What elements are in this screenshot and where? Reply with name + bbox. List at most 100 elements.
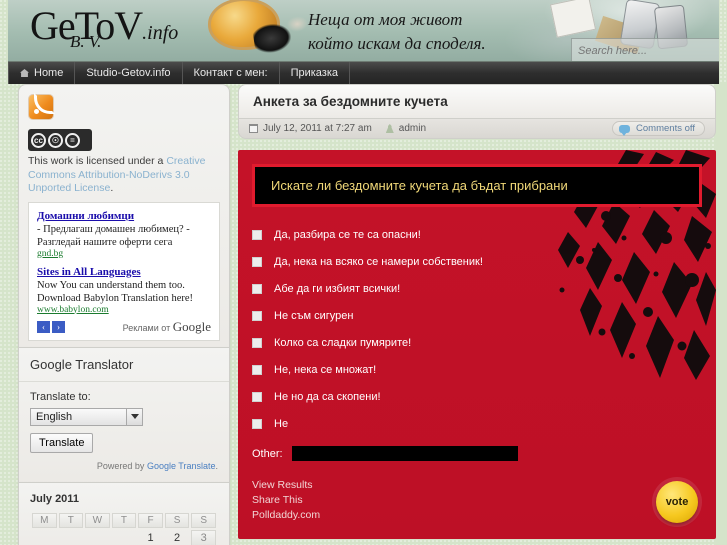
- content-columns: cc ☉ = This work is licensed under a Cre…: [0, 84, 727, 545]
- calendar-cell-today[interactable]: 3: [191, 529, 216, 545]
- ads-attribution-text: Реклами от: [122, 322, 171, 333]
- calendar-cell-empty: [59, 530, 84, 545]
- ad-title-1[interactable]: Домашни любимци: [37, 210, 211, 222]
- google-ads-box: Домашни любимци - Предлагаш домашен люби…: [28, 201, 220, 341]
- sidebar: cc ☉ = This work is licensed under a Cre…: [18, 84, 230, 545]
- poll-checkbox[interactable]: [252, 310, 262, 321]
- ad-url-2[interactable]: www.babylon.com: [37, 305, 211, 315]
- page-title: Анкета за бездомните кучета: [253, 94, 448, 109]
- site-header: GeToV.info B. V. Неща от моя живот който…: [8, 0, 719, 62]
- poll-option-3[interactable]: Абе да ги избият всички!: [252, 275, 702, 302]
- translate-button[interactable]: Translate: [30, 432, 94, 453]
- nav-label: Home: [34, 67, 64, 79]
- polldaddy-link[interactable]: Polldaddy.com: [252, 508, 702, 523]
- photo-collage-image: [251, 12, 315, 61]
- translator-language-select[interactable]: English: [30, 407, 143, 426]
- post-date-text: July 12, 2011 at 7:27 am: [263, 123, 372, 134]
- poll-option-8[interactable]: Не: [252, 410, 702, 437]
- rss-feed-icon[interactable]: [28, 94, 54, 120]
- poll-other-row: Other:: [252, 446, 702, 461]
- powered-prefix: Powered by: [96, 460, 147, 471]
- poll-option-2[interactable]: Да, нека на всяко се намери собственик!: [252, 248, 702, 275]
- poll-option-label: Абе да ги избият всички!: [274, 282, 401, 295]
- calendar-day-header: T: [111, 512, 137, 528]
- post-header: Анкета за бездомните кучета: [238, 84, 716, 119]
- sidebar-widget-translator: Google Translator Translate to: English …: [18, 346, 230, 482]
- ads-next-button[interactable]: ›: [52, 320, 65, 333]
- calendar-cell-day[interactable]: 1: [138, 530, 163, 545]
- poll-other-input[interactable]: [291, 446, 518, 461]
- nav-label: Приказка: [290, 67, 338, 79]
- calendar-cell-empty: [85, 530, 110, 545]
- sidebar-widget-calendar: July 2011 M T W T F S S 1 2 3: [18, 481, 230, 545]
- vote-button[interactable]: vote: [656, 481, 698, 523]
- poll-option-6[interactable]: Не, нека се множат!: [252, 356, 702, 383]
- site-tagline: Неща от моя живот който искам да споделя…: [308, 8, 486, 56]
- calendar-table: M T W T F S S 1 2 3: [30, 511, 218, 545]
- logo-tld-text: .info: [142, 22, 179, 44]
- nav-item-contact[interactable]: Контакт с мен:: [183, 62, 280, 84]
- poll-checkbox[interactable]: [252, 256, 262, 267]
- nav-item-studio-getov[interactable]: Studio-Getov.info: [75, 62, 183, 84]
- powered-suffix: .: [215, 460, 218, 471]
- poll-checkbox[interactable]: [252, 283, 262, 294]
- view-results-link[interactable]: View Results: [252, 478, 702, 493]
- poll-links: View Results Share This Polldaddy.com: [252, 478, 702, 523]
- calendar-day-header: T: [58, 512, 84, 528]
- post-date: July 12, 2011 at 7:27 am: [249, 123, 372, 134]
- poll-option-7[interactable]: Не но да са скопени!: [252, 383, 702, 410]
- poll-checkbox[interactable]: [252, 418, 262, 429]
- paper-note-image: [549, 0, 597, 38]
- poll-option-5[interactable]: Колко са сладки пумярите!: [252, 329, 702, 356]
- comment-bubble-icon: [619, 124, 631, 136]
- search-box[interactable]: [571, 38, 719, 61]
- site-logo[interactable]: GeToV.info B. V.: [30, 2, 179, 51]
- nav-item-home[interactable]: Home: [8, 62, 76, 84]
- logo-subtext: B. V.: [70, 32, 102, 51]
- calendar-day-header: S: [164, 512, 190, 528]
- poll-option-label: Не: [274, 417, 289, 430]
- translator-title: Google Translator: [19, 348, 229, 382]
- translator-attribution: Powered by Google Translate.: [30, 461, 218, 471]
- ad-url-1[interactable]: gnd.bg: [37, 249, 211, 259]
- chevron-down-icon[interactable]: [126, 408, 142, 425]
- calendar-cell-day[interactable]: 2: [165, 530, 190, 545]
- poll-option-4[interactable]: Не съм сигурен: [252, 302, 702, 329]
- calendar-week-row: 1 2 3: [32, 529, 216, 545]
- poll-checkbox[interactable]: [252, 391, 262, 402]
- poll-other-label: Other:: [252, 447, 283, 460]
- ads-attribution: Реклами от Google: [123, 319, 211, 335]
- search-input[interactable]: [572, 44, 719, 57]
- user-icon: [385, 124, 394, 133]
- post-author: admin: [385, 123, 426, 134]
- comments-status-badge[interactable]: Comments off: [612, 121, 705, 136]
- calendar-icon: [249, 124, 258, 133]
- page-root: GeToV.info B. V. Неща от моя живот който…: [0, 0, 727, 545]
- calendar-title: July 2011: [30, 492, 79, 505]
- cc-by-icon: ☉: [48, 132, 63, 148]
- ads-footer: ‹ › Реклами от Google: [37, 319, 211, 335]
- share-this-link[interactable]: Share This: [252, 493, 702, 508]
- ad-title-2[interactable]: Sites in All Languages: [37, 266, 211, 278]
- google-translate-link[interactable]: Google Translate: [147, 461, 216, 471]
- translator-field-label: Translate to:: [30, 390, 91, 403]
- nav-item-prikazka[interactable]: Приказка: [280, 62, 350, 84]
- poll-checkbox[interactable]: [252, 337, 262, 348]
- poll-options-list: Да, разбира се те са опасни! Да, нека на…: [252, 221, 702, 437]
- poll-checkbox[interactable]: [252, 364, 262, 375]
- poll-option-label: Не съм сигурен: [274, 309, 354, 322]
- nav-label: Контакт с мен:: [193, 67, 268, 79]
- calendar-day-header: F: [138, 512, 163, 528]
- poll-checkbox[interactable]: [252, 229, 262, 240]
- calendar-header-row: M T W T F S S: [32, 512, 216, 528]
- poll-option-label: Да, нека на всяко се намери собственик!: [274, 255, 483, 268]
- comments-status-text: Comments off: [636, 123, 695, 134]
- ad-description-1: - Предлагаш домашен любимец? - Разгледай…: [37, 223, 190, 248]
- poll-widget: Искате ли бездомните кучета да бъдат при…: [238, 150, 716, 539]
- ads-attribution-brand: Google: [172, 318, 211, 334]
- nav-label: Studio-Getov.info: [86, 67, 171, 79]
- poll-option-1[interactable]: Да, разбира се те са опасни!: [252, 221, 702, 248]
- poll-option-label: Да, разбира се те са опасни!: [274, 228, 421, 241]
- poll-option-label: Не, нека се множат!: [274, 363, 377, 376]
- ads-prev-button[interactable]: ‹: [37, 320, 50, 333]
